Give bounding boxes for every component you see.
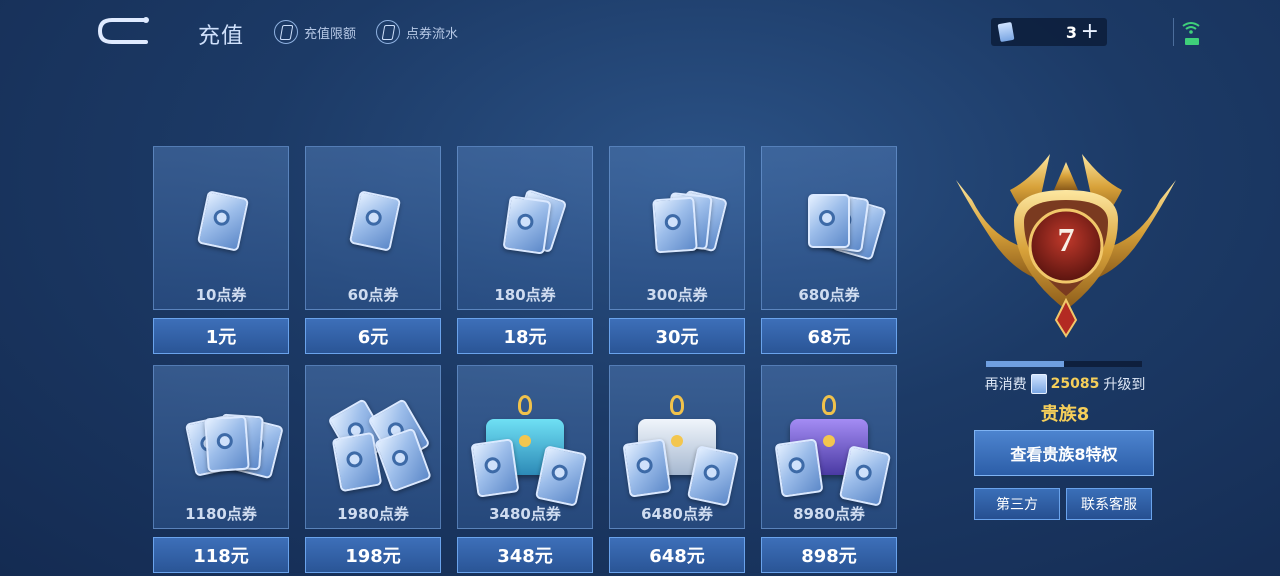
pack-art bbox=[154, 386, 288, 496]
vip-progress-bar bbox=[986, 361, 1142, 367]
ticket-icon bbox=[470, 438, 520, 498]
pack-quantity: 680点券 bbox=[798, 286, 860, 304]
pack-card[interactable]: 680点券 bbox=[761, 146, 897, 310]
pack-quantity: 8980点券 bbox=[793, 505, 865, 523]
recharge-limit-label: 充值限额 bbox=[304, 26, 357, 42]
plus-icon[interactable]: + bbox=[1081, 18, 1099, 46]
pack-price-button[interactable]: 18元 bbox=[457, 318, 593, 354]
pack-art bbox=[458, 386, 592, 507]
ticket-icon bbox=[808, 194, 850, 248]
pack-price-button[interactable]: 348元 bbox=[457, 537, 593, 573]
pack-quantity: 10点券 bbox=[195, 286, 247, 304]
recharge-screen: 充值 充值限额 点券流水 3 + 10点券 1元 60点券 6元 180点券 18元 300… bbox=[0, 0, 1280, 576]
pack-price-button[interactable]: 30元 bbox=[609, 318, 745, 354]
pack-quantity: 1980点券 bbox=[337, 505, 409, 523]
pack-art bbox=[458, 167, 592, 277]
pack-card[interactable]: 1980点券 bbox=[305, 365, 441, 529]
page-title: 充值 bbox=[198, 24, 245, 49]
ticket-coin-icon bbox=[997, 21, 1015, 43]
ticket-icon bbox=[774, 438, 824, 498]
pack-card[interactable]: 8980点券 bbox=[761, 365, 897, 529]
pack-art bbox=[762, 167, 896, 277]
pack-card[interactable]: 6480点券 bbox=[609, 365, 745, 529]
pack-price-button[interactable]: 1元 bbox=[153, 318, 289, 354]
contact-support-button[interactable]: 联系客服 bbox=[1066, 488, 1152, 520]
back-icon[interactable] bbox=[94, 14, 154, 48]
pack-card[interactable]: 60点券 bbox=[305, 146, 441, 310]
ticket-icon bbox=[502, 195, 552, 255]
view-privilege-button[interactable]: 查看贵族8特权 bbox=[974, 430, 1154, 476]
ticket-icon bbox=[376, 20, 400, 44]
third-party-button[interactable]: 第三方 bbox=[974, 488, 1060, 520]
pack-price-button[interactable]: 118元 bbox=[153, 537, 289, 573]
ticket-history-link[interactable]: 点券流水 bbox=[376, 20, 458, 44]
ticket-icon bbox=[196, 190, 250, 252]
pack-art bbox=[154, 167, 288, 277]
pack-art bbox=[762, 386, 896, 507]
wifi-battery-icon bbox=[1173, 18, 1208, 48]
pack-card[interactable]: 10点券 bbox=[153, 146, 289, 310]
next-vip-level: 贵族8 bbox=[1040, 404, 1090, 425]
pack-price-button[interactable]: 898元 bbox=[761, 537, 897, 573]
pack-card[interactable]: 1180点券 bbox=[153, 365, 289, 529]
pack-price-button[interactable]: 648元 bbox=[609, 537, 745, 573]
pack-quantity: 60点券 bbox=[347, 286, 399, 304]
ticket-balance-amount: 3 bbox=[1065, 22, 1077, 42]
ticket-icon bbox=[622, 438, 672, 498]
ticket-icon bbox=[331, 431, 383, 493]
spend-prefix: 再消费 bbox=[984, 377, 1027, 393]
ticket-icon bbox=[652, 196, 698, 254]
pack-art bbox=[610, 167, 744, 277]
pack-quantity: 1180点券 bbox=[185, 505, 257, 523]
ticket-history-label: 点券流水 bbox=[406, 26, 459, 42]
pack-price-button[interactable]: 6元 bbox=[305, 318, 441, 354]
ticket-icon bbox=[348, 190, 402, 252]
pack-art bbox=[610, 386, 744, 507]
recharge-limit-link[interactable]: 充值限额 bbox=[274, 20, 356, 44]
pack-price-button[interactable]: 68元 bbox=[761, 318, 897, 354]
ticket-balance: 3 + bbox=[991, 18, 1107, 46]
pack-quantity: 6480点券 bbox=[641, 505, 713, 523]
spend-suffix: 升级到 bbox=[1103, 377, 1146, 393]
ticket-icon bbox=[204, 415, 250, 473]
pack-art bbox=[306, 167, 440, 277]
pack-card[interactable]: 3480点券 bbox=[457, 365, 593, 529]
pack-quantity: 180点券 bbox=[494, 286, 556, 304]
pack-quantity: 3480点券 bbox=[489, 505, 561, 523]
ticket-coin-icon bbox=[1030, 374, 1047, 394]
ticket-icon bbox=[274, 20, 298, 44]
pack-card[interactable]: 300点券 bbox=[609, 146, 745, 310]
pack-card[interactable]: 180点券 bbox=[457, 146, 593, 310]
spend-amount: 25085 bbox=[1050, 376, 1100, 392]
pack-price-button[interactable]: 198元 bbox=[305, 537, 441, 573]
pack-art bbox=[306, 386, 440, 496]
vip-progress-fill bbox=[986, 361, 1064, 367]
vip-level-number: 7 bbox=[1057, 222, 1075, 259]
vip-spend-info: 再消费 25085 升级到 bbox=[960, 374, 1170, 394]
pack-quantity: 300点券 bbox=[646, 286, 708, 304]
